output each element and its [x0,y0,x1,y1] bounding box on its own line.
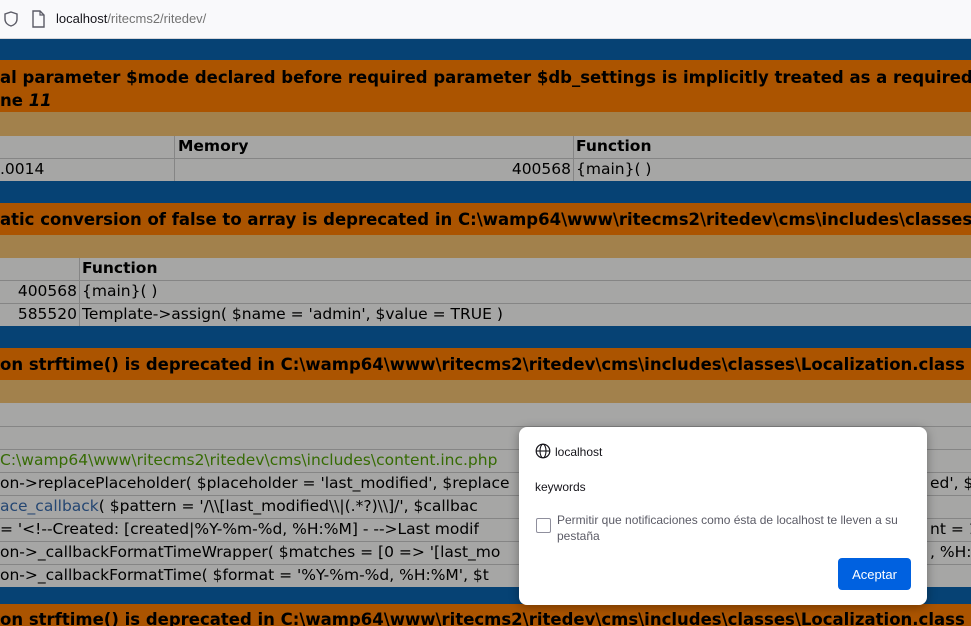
dialog-message: keywords [535,480,586,494]
page-icon [31,10,45,32]
url-host: localhost [56,11,108,26]
address-bar-url[interactable]: localhost/ritecms2/ritedev/ [56,11,206,26]
accept-button[interactable]: Aceptar [838,558,911,590]
allow-focus-checkbox-label[interactable]: Permitir que notificaciones como ésta de… [557,512,907,544]
browser-urlbar: localhost/ritecms2/ritedev/ [0,0,971,39]
shield-icon[interactable] [4,11,18,31]
globe-icon [535,443,551,464]
notification-dialog: localhost keywords Permitir que notifica… [519,427,927,605]
dialog-host: localhost [555,445,603,459]
allow-focus-checkbox[interactable] [536,518,551,533]
url-path: /ritecms2/ritedev/ [107,11,207,26]
